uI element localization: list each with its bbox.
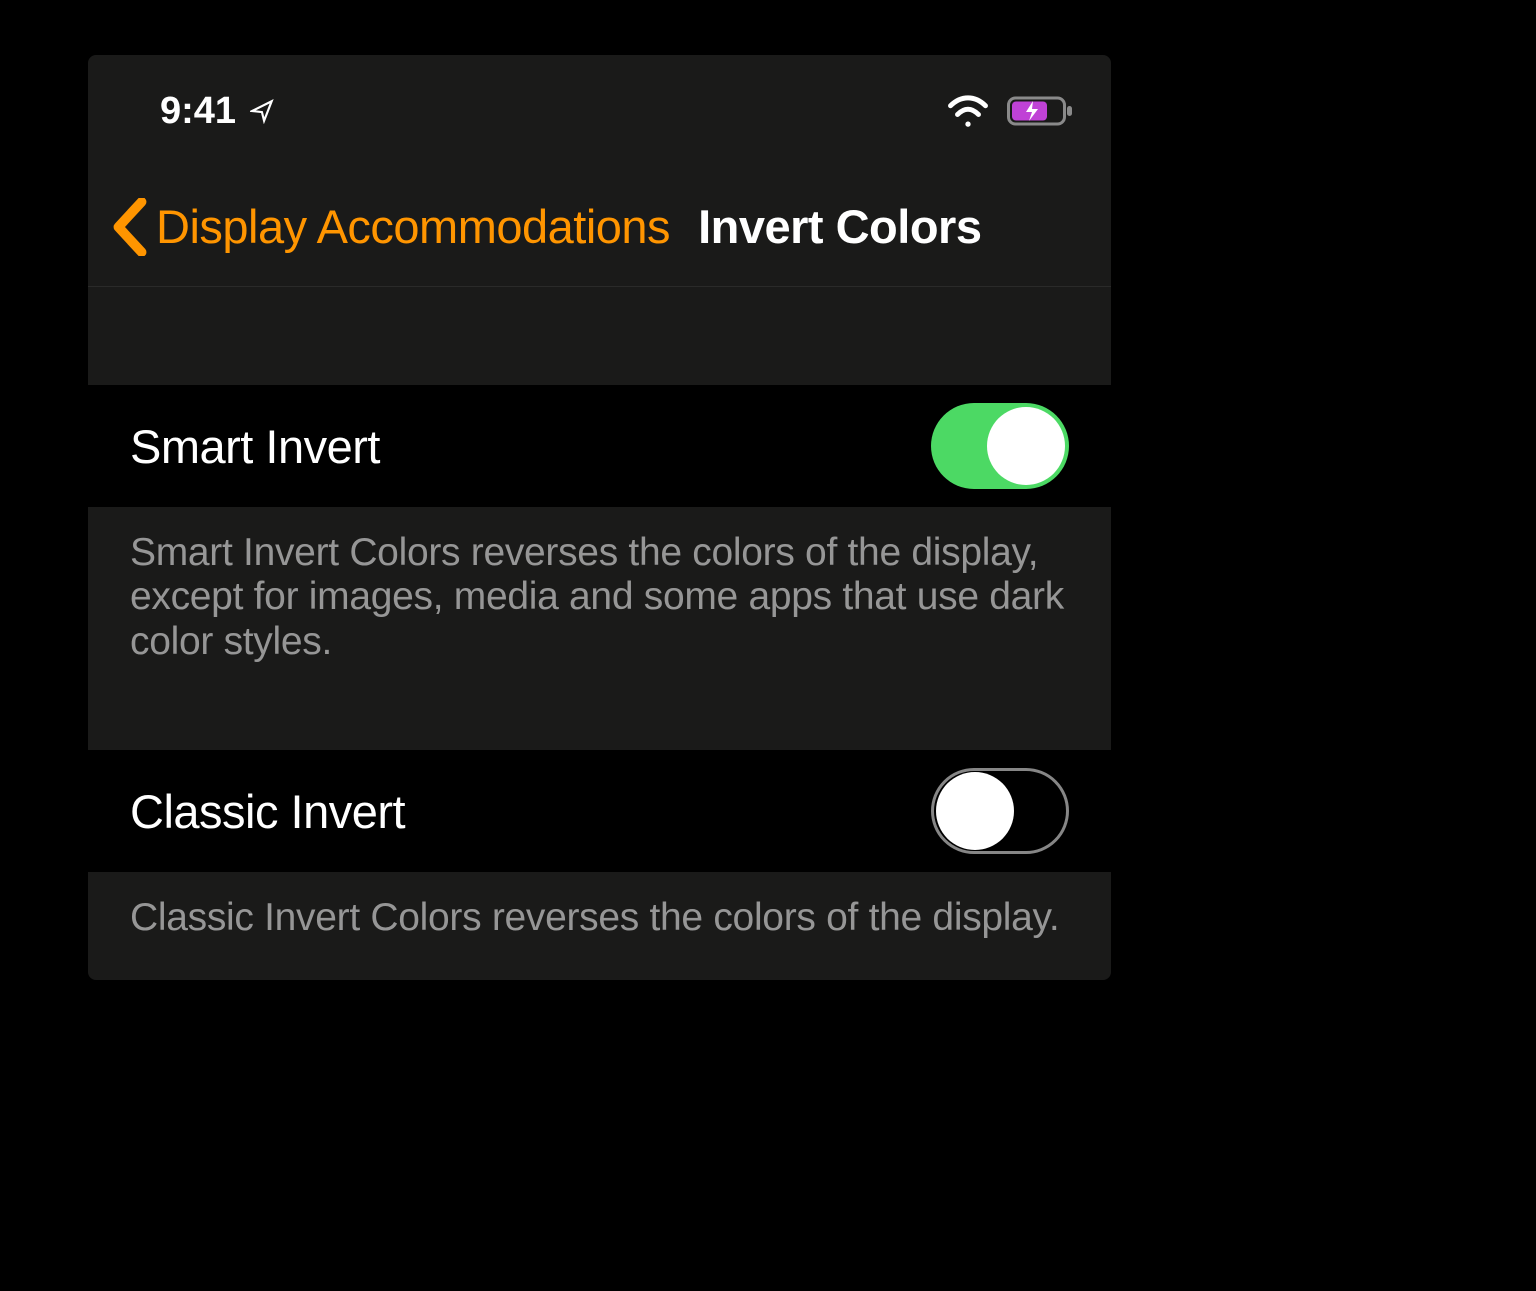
battery-charging-icon (1007, 95, 1075, 127)
status-bar: 9:41 (88, 55, 1111, 167)
classic-invert-row: Classic Invert (88, 750, 1111, 872)
smart-invert-description: Smart Invert Colors reverses the colors … (88, 507, 1111, 694)
smart-invert-toggle[interactable] (931, 403, 1069, 489)
status-right (947, 95, 1075, 127)
smart-invert-label: Smart Invert (130, 419, 380, 474)
classic-invert-toggle[interactable] (931, 768, 1069, 854)
toggle-knob (987, 407, 1065, 485)
classic-invert-label: Classic Invert (130, 784, 405, 839)
smart-invert-row: Smart Invert (88, 385, 1111, 507)
page-title: Invert Colors (698, 199, 981, 254)
classic-invert-description: Classic Invert Colors reverses the color… (88, 872, 1111, 970)
status-time: 9:41 (160, 90, 236, 133)
back-chevron-icon[interactable] (112, 198, 148, 256)
status-left: 9:41 (160, 90, 276, 133)
section-spacer (88, 694, 1111, 750)
wifi-icon (947, 95, 989, 127)
location-icon (250, 98, 276, 124)
back-button-label[interactable]: Display Accommodations (156, 199, 670, 254)
section-spacer (88, 287, 1111, 385)
toggle-knob (936, 772, 1014, 850)
nav-bar: Display Accommodations Invert Colors (88, 167, 1111, 287)
settings-screen: 9:41 (88, 55, 1111, 980)
